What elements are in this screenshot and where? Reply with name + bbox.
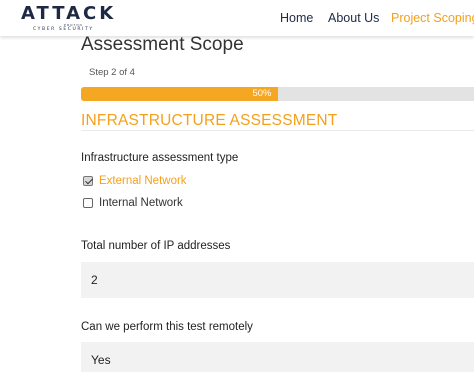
ip-count-label: Total number of IP addresses [81,240,231,252]
logo-tagline: CYBER SECURITY [33,27,94,32]
progress-label: 50% [252,88,272,99]
remote-test-select[interactable]: Yes [81,342,474,372]
assessment-type-label: Infrastructure assessment type [81,152,239,164]
page-title: Assessment Scope [81,34,244,55]
remote-test-value: Yes [91,353,111,367]
nav-link-about-us[interactable]: About Us [328,11,379,25]
external-network-option[interactable]: External Network [83,174,187,188]
logo-wordmark: ATTACK [21,3,117,24]
internal-network-checkbox[interactable] [83,198,93,208]
external-network-label[interactable]: External Network [99,175,187,187]
ip-count-value: 2 [91,273,98,287]
nav-link-home[interactable]: Home [280,11,313,25]
progress-bar-fill: 50% [81,87,278,101]
internal-network-option[interactable]: Internal Network [83,196,183,210]
section-divider [81,130,474,131]
top-navigation-bar: ATTACK PROTON CYBER SECURITY Home About … [0,0,474,36]
step-indicator: Step 2 of 4 [89,67,135,78]
attack-logo[interactable]: ATTACK PROTON CYBER SECURITY [21,3,113,33]
nav-link-project-scoping[interactable]: Project Scoping [391,11,474,25]
external-network-checkbox[interactable] [83,176,93,186]
progress-bar: 50% [81,87,474,101]
section-title: INFRASTRUCTURE ASSESSMENT [81,112,338,129]
ip-count-input[interactable]: 2 [81,262,474,298]
internal-network-label[interactable]: Internal Network [99,197,183,209]
remote-test-label: Can we perform this test remotely [81,321,253,333]
